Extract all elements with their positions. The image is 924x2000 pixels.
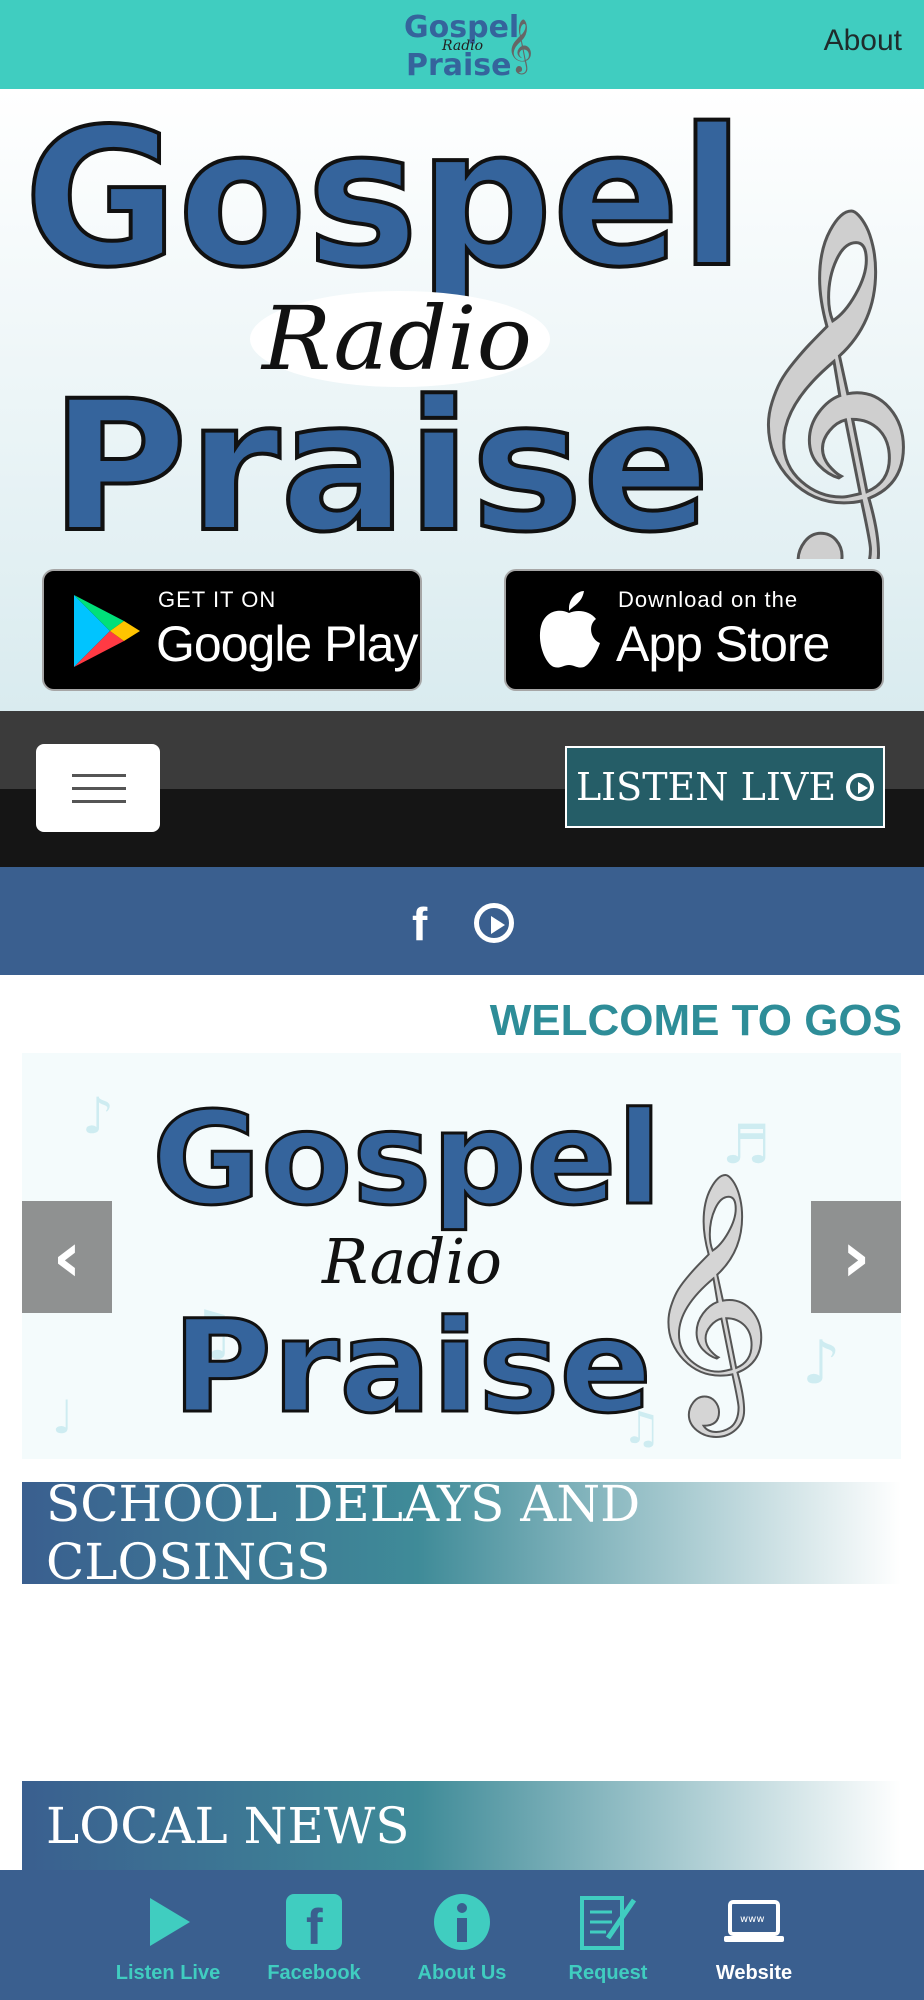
treble-clef-icon: 𝄞: [506, 18, 534, 72]
chevron-right-icon[interactable]: ›: [811, 1201, 901, 1313]
tab-request[interactable]: Request: [538, 1870, 678, 2000]
tab-listen-live[interactable]: Listen Live: [98, 1870, 238, 2000]
apple-icon: [539, 591, 600, 668]
info-icon: [434, 1894, 490, 1950]
facebook-icon: f: [286, 1894, 342, 1952]
app-store-big-text: App Store: [616, 616, 830, 672]
listen-live-label: LISTEN LIVE: [575, 765, 837, 809]
social-bar: f: [0, 867, 924, 975]
tab-website[interactable]: www Website: [684, 1870, 824, 2000]
app-logo[interactable]: Gospel Radio Praise 𝄞: [398, 8, 538, 84]
laptop-www-icon: www: [724, 1900, 784, 1942]
play-icon: [150, 1898, 190, 1946]
section-banner-local-news[interactable]: LOCAL NEWS: [22, 1781, 901, 1871]
chevron-left-icon[interactable]: ‹: [22, 1201, 112, 1313]
section-title: LOCAL NEWS: [46, 1797, 410, 1855]
slide-image: ♪ ♫ ♬ ♪ ♩ ♫ Gospel Radio Praise 𝄞: [52, 1084, 840, 1455]
slide-logo-radio: Radio: [321, 1225, 502, 1298]
tab-label: About Us: [417, 1962, 507, 1984]
section-banner-school-closings[interactable]: SCHOOL DELAYS AND CLOSINGS: [22, 1475, 901, 1591]
section-title: SCHOOL DELAYS AND CLOSINGS: [46, 1475, 641, 1591]
treble-clef-icon: 𝄞: [730, 203, 919, 559]
tab-label: Facebook: [267, 1962, 361, 1984]
hamburger-icon[interactable]: [36, 744, 160, 832]
play-circle-icon: [846, 773, 875, 801]
tab-label: Website: [715, 1962, 793, 1984]
svg-text:♩: ♩: [52, 1390, 74, 1444]
site-navbar: LISTEN LIVE: [0, 711, 924, 867]
tab-about-us[interactable]: About Us: [392, 1870, 532, 2000]
svg-text:♪: ♪: [802, 1328, 840, 1398]
svg-text:♬: ♬: [722, 1113, 770, 1176]
youtube-play-icon[interactable]: [474, 903, 514, 943]
about-link[interactable]: About: [824, 24, 902, 58]
tab-label: Request: [568, 1962, 648, 1984]
svg-text:♪: ♪: [82, 1087, 114, 1145]
google-play-icon: [74, 595, 140, 667]
slide-logo-gospel: Gospel: [152, 1085, 662, 1234]
hero-logo-praise: Praise: [50, 363, 710, 559]
image-slider[interactable]: ♪ ♫ ♬ ♪ ♩ ♫ Gospel Radio Praise 𝄞 ‹ ›: [22, 1053, 901, 1459]
app-header: Gospel Radio Praise 𝄞 About: [0, 0, 924, 89]
bottom-tab-bar: Listen Live f Facebook About Us Request: [0, 1870, 924, 2000]
google-play-small-text: GET IT ON: [158, 587, 277, 612]
edit-note-icon: [580, 1896, 637, 1950]
welcome-marquee: WELCOME TO GOS: [489, 996, 902, 1045]
app-store-button[interactable]: Download on the App Store: [504, 569, 884, 691]
hero-logo: Gospel Radio Praise 𝄞: [22, 89, 921, 559]
facebook-icon[interactable]: f: [412, 897, 427, 951]
tab-label: Listen Live: [115, 1962, 221, 1984]
app-store-small-text: Download on the: [618, 587, 799, 612]
hero-banner: Gospel Radio Praise 𝄞 GET IT ON Google P…: [0, 89, 924, 711]
svg-text:f: f: [306, 1899, 323, 1952]
google-play-big-text: Google Play: [156, 616, 418, 672]
listen-live-button[interactable]: LISTEN LIVE: [565, 746, 885, 828]
treble-clef-icon: 𝄞: [642, 1169, 772, 1437]
svg-text:www: www: [740, 1914, 765, 1925]
google-play-button[interactable]: GET IT ON Google Play: [42, 569, 422, 691]
hero-logo-gospel: Gospel: [24, 89, 744, 309]
logo-word-praise: Praise: [406, 48, 512, 83]
tab-facebook[interactable]: f Facebook: [244, 1870, 384, 2000]
slide-logo-praise: Praise: [172, 1293, 652, 1442]
